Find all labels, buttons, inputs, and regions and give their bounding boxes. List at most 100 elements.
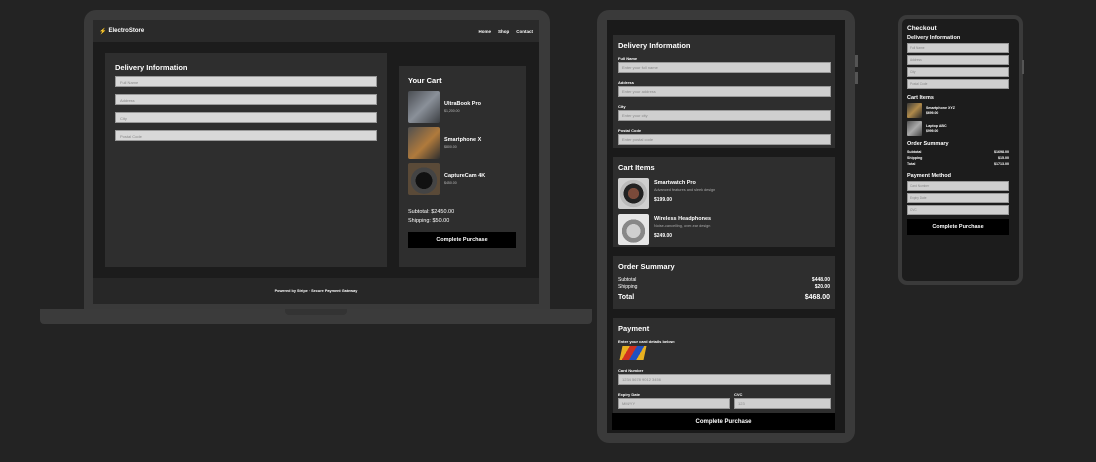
cvc-input[interactable]: CVC bbox=[907, 205, 1009, 215]
full-name-label: Full Name bbox=[618, 56, 638, 61]
nav-home-link[interactable]: Home bbox=[478, 29, 491, 34]
laptop-product-image bbox=[408, 91, 440, 123]
postal-code-input[interactable]: Enter postal code bbox=[618, 134, 831, 145]
subtotal-row: Subtotal $448.00 bbox=[618, 277, 830, 284]
address-input[interactable]: Address bbox=[907, 55, 1009, 65]
subtotal-label: Subtotal bbox=[618, 277, 637, 283]
postal-code-input[interactable]: Postal Code bbox=[115, 130, 377, 141]
order-summary-card: Order Summary Subtotal $448.00 Shipping … bbox=[613, 256, 835, 309]
cart-item[interactable]: UltraBook Pro $1,200.00 bbox=[408, 91, 517, 123]
cart-panel: Your Cart UltraBook Pro $1,200.00 Smartp… bbox=[399, 66, 526, 267]
full-name-input[interactable]: Full Name bbox=[115, 76, 377, 87]
top-nav: Home Shop Contact bbox=[478, 29, 533, 34]
complete-purchase-button[interactable]: Complete Purchase bbox=[907, 219, 1009, 235]
item-name: Smartwatch Pro bbox=[654, 180, 696, 186]
cart-item[interactable]: Laptop ABC $999.00 bbox=[907, 121, 1014, 136]
total-row: Total $1713.00 bbox=[907, 161, 1009, 167]
cart-item[interactable]: Smartwatch Pro Advanced features and sle… bbox=[618, 178, 830, 209]
cart-item[interactable]: Smartphone X $800.00 bbox=[408, 127, 517, 159]
item-description: Advanced features and sleek design bbox=[654, 188, 716, 192]
item-price: $249.00 bbox=[654, 233, 673, 239]
item-name: Smartphone X bbox=[444, 137, 482, 143]
address-input[interactable]: Address bbox=[115, 94, 377, 105]
postal-code-input[interactable]: Postal Code bbox=[907, 79, 1009, 89]
delivery-card: Delivery Information Full Name Enter you… bbox=[613, 35, 835, 148]
total-value: $468.00 bbox=[804, 294, 830, 301]
card-number-input[interactable]: 1234 5678 9012 3456 bbox=[618, 374, 831, 385]
brand-name: ElectroStore bbox=[108, 28, 145, 34]
item-price: $800.00 bbox=[444, 145, 457, 149]
order-summary-title: Order Summary bbox=[907, 141, 949, 147]
address-input[interactable]: Enter your address bbox=[618, 86, 831, 97]
expiry-input[interactable]: Expiry Date bbox=[907, 193, 1009, 203]
item-name: Laptop ABC bbox=[926, 124, 947, 128]
payment-title: Payment bbox=[618, 324, 650, 333]
cart-title: Your Cart bbox=[408, 76, 442, 85]
item-description: Noise-cancelling, over-ear design bbox=[654, 224, 711, 228]
delivery-title: Delivery Information bbox=[907, 35, 961, 41]
smartwatch-product-image bbox=[618, 178, 649, 209]
total-value: $1713.00 bbox=[994, 162, 1009, 166]
item-price: $199.00 bbox=[654, 197, 673, 203]
footer-note: Powered by Stripe · Secure Payment Gatew… bbox=[93, 278, 539, 304]
cart-items-title: Cart Items bbox=[907, 95, 934, 101]
bolt-icon: ⚡ bbox=[99, 28, 107, 35]
cart-items-card: Cart Items Smartwatch Pro Advanced featu… bbox=[613, 157, 835, 247]
total-label: Total bbox=[907, 162, 916, 166]
shipping-value: $20.00 bbox=[814, 284, 830, 290]
item-price: $450.00 bbox=[444, 181, 457, 185]
full-name-input[interactable]: Enter your full name bbox=[618, 62, 831, 73]
tablet-frame: Delivery Information Full Name Enter you… bbox=[597, 10, 855, 443]
cvc-label: CVC bbox=[734, 392, 743, 397]
headphones-product-image bbox=[618, 214, 649, 245]
card-brands-icon bbox=[619, 346, 647, 360]
subtotal: Subtotal: $2450.00 bbox=[408, 209, 455, 215]
payment-note: Enter your card details below: bbox=[618, 339, 676, 344]
payment-method-title: Payment Method bbox=[907, 173, 952, 179]
delivery-title: Delivery Information bbox=[618, 41, 691, 50]
address-label: Address bbox=[618, 80, 635, 85]
delivery-title: Delivery Information bbox=[115, 63, 188, 72]
expiry-label: Expiry Date bbox=[618, 392, 641, 397]
cart-totals: Subtotal: $2450.00 Shipping: $50.00 bbox=[408, 208, 454, 226]
phone-side-button bbox=[1022, 60, 1024, 74]
card-number-input[interactable]: Card Number bbox=[907, 181, 1009, 191]
postal-code-label: Postal Code bbox=[618, 128, 642, 133]
nav-contact-link[interactable]: Contact bbox=[516, 29, 533, 34]
checkout-title: Checkout bbox=[907, 25, 937, 32]
complete-purchase-button[interactable]: Complete Purchase bbox=[612, 413, 835, 430]
laptop-header: ⚡ ElectroStore Home Shop Contact bbox=[93, 20, 539, 42]
phone-screen: Checkout Delivery Information Full Name … bbox=[902, 19, 1019, 281]
laptop-product-image bbox=[907, 121, 922, 136]
cart-item[interactable]: CaptureCam 4K $450.00 bbox=[408, 163, 517, 195]
item-name: Smartphone XYZ bbox=[926, 106, 955, 110]
cart-item[interactable]: Wireless Headphones Noise-cancelling, ov… bbox=[618, 214, 830, 245]
nav-shop-link[interactable]: Shop bbox=[498, 29, 509, 34]
city-input[interactable]: City bbox=[115, 112, 377, 123]
complete-purchase-button[interactable]: Complete Purchase bbox=[408, 232, 516, 248]
card-number-label: Card Number bbox=[618, 368, 644, 373]
order-summary-title: Order Summary bbox=[618, 262, 675, 271]
total-label: Total bbox=[618, 294, 635, 301]
delivery-form: Delivery Information Full Name Address C… bbox=[105, 53, 387, 267]
phone-frame: Checkout Delivery Information Full Name … bbox=[898, 15, 1023, 285]
item-name: UltraBook Pro bbox=[444, 101, 481, 107]
item-name: Wireless Headphones bbox=[654, 216, 712, 222]
city-input[interactable]: City bbox=[907, 67, 1009, 77]
tablet-side-button bbox=[855, 55, 858, 67]
cart-item[interactable]: Smartphone XYZ $699.00 bbox=[907, 103, 1014, 118]
camera-product-image bbox=[408, 163, 440, 195]
expiry-input[interactable]: MM/YY bbox=[618, 398, 730, 409]
laptop-notch bbox=[285, 309, 347, 315]
phone-product-image bbox=[408, 127, 440, 159]
shipping-row: Shipping $20.00 bbox=[618, 284, 830, 291]
city-label: City bbox=[618, 104, 626, 109]
full-name-input[interactable]: Full Name bbox=[907, 43, 1009, 53]
brand-logo[interactable]: ⚡ ElectroStore bbox=[99, 28, 144, 35]
laptop-screen: ⚡ ElectroStore Home Shop Contact Deliver… bbox=[93, 20, 539, 304]
item-price: $999.00 bbox=[926, 129, 939, 133]
city-input[interactable]: Enter your city bbox=[618, 110, 831, 121]
cvc-input[interactable]: 123 bbox=[734, 398, 831, 409]
subtotal-value: $448.00 bbox=[811, 277, 830, 283]
item-name: CaptureCam 4K bbox=[444, 173, 486, 179]
